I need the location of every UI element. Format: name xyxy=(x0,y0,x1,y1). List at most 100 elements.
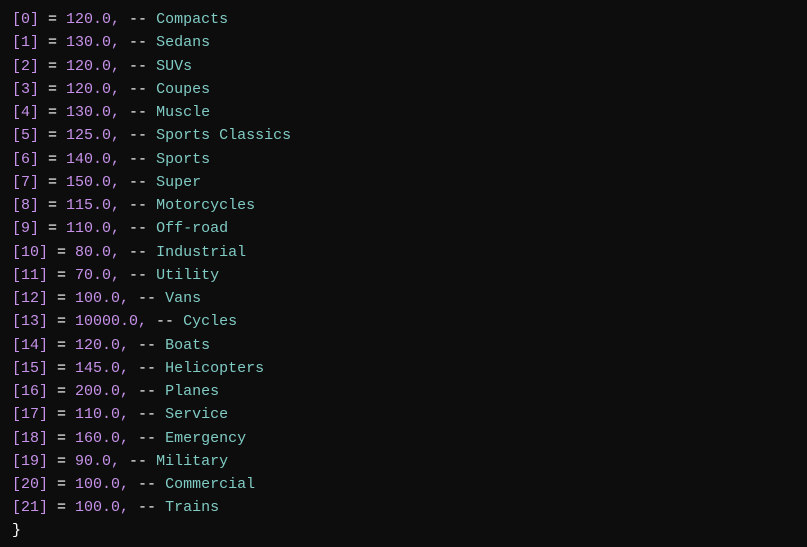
table-row: [9] = 110.0, -- Off-road xyxy=(12,217,795,240)
index-label: [16] xyxy=(12,380,48,403)
equals-sign: = xyxy=(39,148,66,171)
equals-sign: = xyxy=(48,473,75,496)
value-number: 120.0, xyxy=(66,55,120,78)
equals-sign: = xyxy=(48,427,75,450)
comment-dash: -- xyxy=(120,148,156,171)
equals-sign: = xyxy=(39,124,66,147)
index-label: [5] xyxy=(12,124,39,147)
value-number: 200.0, xyxy=(75,380,129,403)
comment-dash: -- xyxy=(120,264,156,287)
value-number: 140.0, xyxy=(66,148,120,171)
table-row: [5] = 125.0, -- Sports Classics xyxy=(12,124,795,147)
category-label: Coupes xyxy=(156,78,210,101)
category-label: Vans xyxy=(165,287,201,310)
code-block: [0] = 120.0, -- Compacts[1] = 130.0, -- … xyxy=(12,8,795,520)
table-row: [0] = 120.0, -- Compacts xyxy=(12,8,795,31)
category-label: Trains xyxy=(165,496,219,519)
index-label: [9] xyxy=(12,217,39,240)
table-row: [18] = 160.0, -- Emergency xyxy=(12,427,795,450)
category-label: Boats xyxy=(165,334,210,357)
index-label: [0] xyxy=(12,8,39,31)
value-number: 115.0, xyxy=(66,194,120,217)
category-label: Cycles xyxy=(183,310,237,333)
category-label: Industrial xyxy=(156,241,246,264)
comment-dash: -- xyxy=(120,101,156,124)
equals-sign: = xyxy=(48,241,75,264)
value-number: 80.0, xyxy=(75,241,120,264)
comment-dash: -- xyxy=(120,78,156,101)
index-label: [8] xyxy=(12,194,39,217)
comment-dash: -- xyxy=(147,310,183,333)
table-row: [7] = 150.0, -- Super xyxy=(12,171,795,194)
comment-dash: -- xyxy=(129,473,165,496)
index-label: [2] xyxy=(12,55,39,78)
index-label: [18] xyxy=(12,427,48,450)
comment-dash: -- xyxy=(120,450,156,473)
value-number: 100.0, xyxy=(75,287,129,310)
category-label: Muscle xyxy=(156,101,210,124)
table-row: [16] = 200.0, -- Planes xyxy=(12,380,795,403)
table-row: [11] = 70.0, -- Utility xyxy=(12,264,795,287)
index-label: [20] xyxy=(12,473,48,496)
comment-dash: -- xyxy=(120,31,156,54)
table-row: [12] = 100.0, -- Vans xyxy=(12,287,795,310)
comment-dash: -- xyxy=(120,8,156,31)
value-number: 120.0, xyxy=(75,334,129,357)
equals-sign: = xyxy=(48,310,75,333)
comment-dash: -- xyxy=(129,357,165,380)
equals-sign: = xyxy=(48,334,75,357)
table-row: [14] = 120.0, -- Boats xyxy=(12,334,795,357)
table-row: [3] = 120.0, -- Coupes xyxy=(12,78,795,101)
table-row: [13] = 10000.0, -- Cycles xyxy=(12,310,795,333)
value-number: 125.0, xyxy=(66,124,120,147)
value-number: 145.0, xyxy=(75,357,129,380)
equals-sign: = xyxy=(48,264,75,287)
index-label: [1] xyxy=(12,31,39,54)
comment-dash: -- xyxy=(129,496,165,519)
comment-dash: -- xyxy=(120,124,156,147)
table-row: [15] = 145.0, -- Helicopters xyxy=(12,357,795,380)
table-row: [8] = 115.0, -- Motorcycles xyxy=(12,194,795,217)
category-label: Motorcycles xyxy=(156,194,255,217)
value-number: 70.0, xyxy=(75,264,120,287)
equals-sign: = xyxy=(39,8,66,31)
comment-dash: -- xyxy=(129,287,165,310)
category-label: Sports Classics xyxy=(156,124,291,147)
table-row: [21] = 100.0, -- Trains xyxy=(12,496,795,519)
index-label: [13] xyxy=(12,310,48,333)
equals-sign: = xyxy=(48,380,75,403)
category-label: Commercial xyxy=(165,473,255,496)
value-number: 160.0, xyxy=(75,427,129,450)
equals-sign: = xyxy=(39,55,66,78)
value-number: 130.0, xyxy=(66,31,120,54)
category-label: Planes xyxy=(165,380,219,403)
index-label: [17] xyxy=(12,403,48,426)
table-row: [10] = 80.0, -- Industrial xyxy=(12,241,795,264)
category-label: Sedans xyxy=(156,31,210,54)
equals-sign: = xyxy=(39,217,66,240)
index-label: [7] xyxy=(12,171,39,194)
category-label: SUVs xyxy=(156,55,192,78)
category-label: Utility xyxy=(156,264,219,287)
value-number: 110.0, xyxy=(75,403,129,426)
equals-sign: = xyxy=(39,101,66,124)
value-number: 100.0, xyxy=(75,496,129,519)
category-label: Emergency xyxy=(165,427,246,450)
comment-dash: -- xyxy=(120,55,156,78)
comment-dash: -- xyxy=(120,194,156,217)
equals-sign: = xyxy=(39,194,66,217)
comment-dash: -- xyxy=(129,380,165,403)
value-number: 120.0, xyxy=(66,78,120,101)
table-row: [20] = 100.0, -- Commercial xyxy=(12,473,795,496)
index-label: [21] xyxy=(12,496,48,519)
closing-brace: } xyxy=(12,522,795,539)
index-label: [15] xyxy=(12,357,48,380)
index-label: [14] xyxy=(12,334,48,357)
comment-dash: -- xyxy=(120,241,156,264)
value-number: 120.0, xyxy=(66,8,120,31)
value-number: 10000.0, xyxy=(75,310,147,333)
equals-sign: = xyxy=(48,496,75,519)
category-label: Service xyxy=(165,403,228,426)
table-row: [4] = 130.0, -- Muscle xyxy=(12,101,795,124)
comment-dash: -- xyxy=(120,171,156,194)
